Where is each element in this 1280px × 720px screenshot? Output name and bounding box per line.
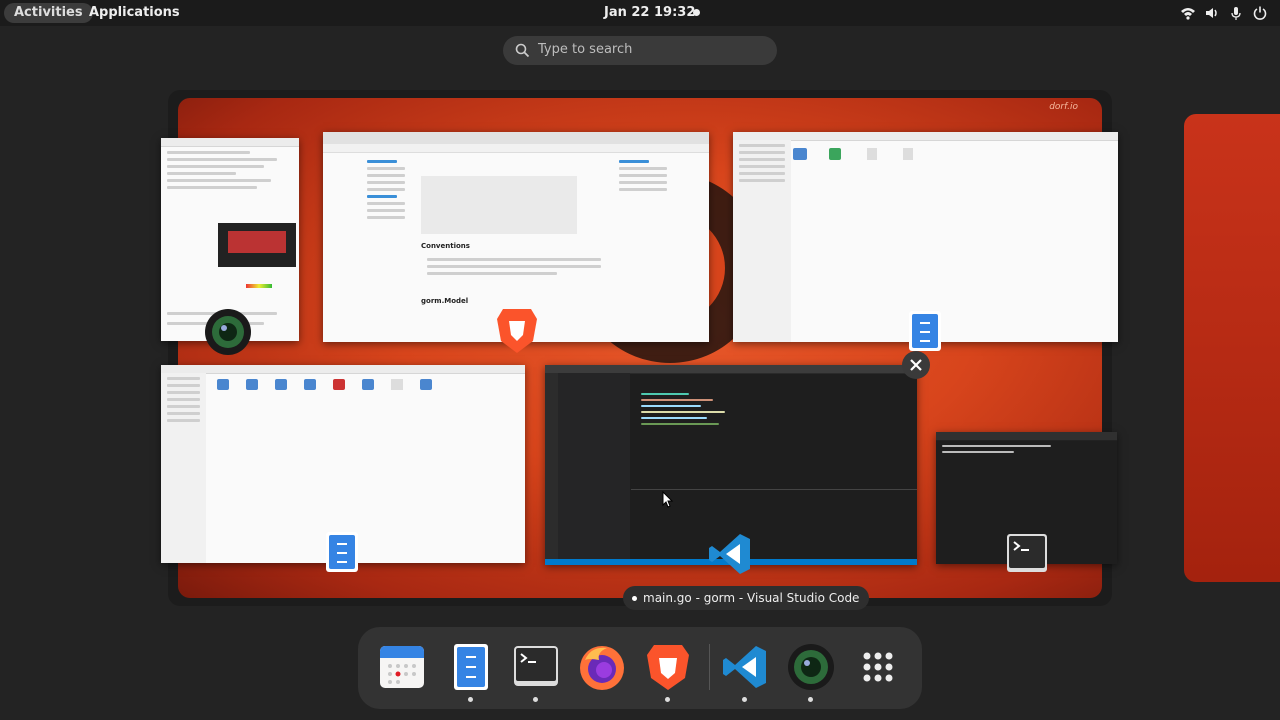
- dock-item-calendar[interactable]: [378, 642, 428, 692]
- calendar-icon: [380, 646, 424, 688]
- vscode-icon: [723, 646, 766, 688]
- app-grid-icon: [863, 652, 893, 682]
- files-icon: [454, 644, 488, 690]
- terminal-icon: [514, 646, 558, 686]
- firefox-icon: [580, 646, 624, 690]
- activities-button[interactable]: Activities: [4, 3, 93, 23]
- next-workspace-thumbnail[interactable]: [1184, 114, 1280, 582]
- level-meter: [246, 284, 272, 288]
- section-heading-2: gorm.Model: [421, 297, 469, 305]
- search-placeholder: Type to search: [538, 42, 633, 57]
- close-window-button[interactable]: [902, 351, 930, 379]
- microphone-icon[interactable]: [1228, 5, 1244, 21]
- power-icon[interactable]: [1252, 5, 1268, 21]
- terminal-icon: [1006, 533, 1048, 577]
- top-bar: Activities Applications Jan 22 19:32: [0, 0, 1280, 26]
- notification-dot: [693, 9, 700, 16]
- dock-item-files[interactable]: [446, 642, 496, 702]
- running-dot: [632, 596, 637, 601]
- brave-icon: [647, 645, 689, 690]
- dock-item-terminal[interactable]: [511, 642, 561, 702]
- dock-item-firefox[interactable]: [577, 642, 627, 692]
- camera-icon: [203, 307, 253, 361]
- clock[interactable]: Jan 22 19:32: [604, 3, 695, 23]
- brave-icon: [495, 305, 539, 359]
- dock: [358, 627, 922, 709]
- window-title-tooltip: main.go - gorm - Visual Studio Code: [623, 586, 870, 610]
- camera-icon: [788, 644, 834, 690]
- files-icon: [324, 530, 360, 578]
- search-bar[interactable]: Type to search: [503, 36, 777, 65]
- section-heading: Conventions: [421, 242, 470, 250]
- system-tray[interactable]: [1180, 5, 1268, 21]
- volume-icon[interactable]: [1204, 5, 1220, 21]
- files-icon: [907, 309, 943, 357]
- close-icon: [910, 359, 922, 371]
- vscode-icon: [706, 530, 754, 582]
- search-icon: [515, 43, 530, 58]
- mouse-pointer-icon: [662, 490, 674, 513]
- dock-item-show-apps[interactable]: [853, 642, 903, 692]
- applications-menu[interactable]: Applications: [89, 3, 180, 23]
- tooltip-text: main.go - gorm - Visual Studio Code: [643, 591, 860, 605]
- dock-separator: [709, 644, 710, 690]
- dock-item-vscode[interactable]: [720, 642, 770, 702]
- wifi-icon[interactable]: [1180, 5, 1196, 21]
- dock-item-brave[interactable]: [643, 642, 693, 702]
- preview-thumbnail: [218, 223, 296, 267]
- dock-item-camera[interactable]: [786, 642, 836, 702]
- code-block: [421, 176, 577, 234]
